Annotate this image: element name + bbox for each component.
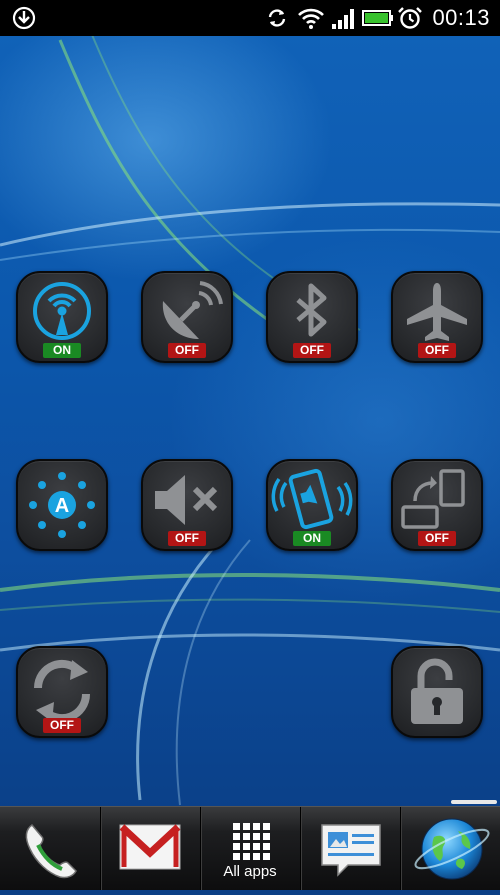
toggle-state-badge: OFF: [43, 718, 81, 733]
dock-gmail-button[interactable]: [100, 807, 200, 890]
dock-browser-button[interactable]: [400, 807, 500, 890]
wifi-icon: [298, 8, 324, 29]
status-clock: 00:13: [432, 5, 490, 30]
toggle-screen-lock[interactable]: [391, 646, 483, 738]
dock-all-apps-button[interactable]: All apps: [200, 807, 300, 890]
alarm-icon: [398, 7, 422, 29]
dock-messages-button[interactable]: [300, 807, 400, 890]
wallpaper: [0, 0, 500, 889]
svg-text:A: A: [55, 495, 69, 517]
dock: All apps: [0, 806, 500, 890]
toggle-auto-rotate[interactable]: OFF: [391, 459, 483, 551]
all-apps-grid-icon: [233, 823, 270, 860]
toggle-state-badge: ON: [293, 531, 331, 546]
toggle-state-badge: OFF: [293, 343, 331, 358]
gmail-icon: [119, 824, 181, 870]
toggle-state-badge: OFF: [418, 343, 456, 358]
signal-icon: [332, 9, 354, 29]
status-bar: 00:13: [0, 0, 500, 36]
toggle-state-badge: OFF: [168, 531, 206, 546]
toggle-state-badge: ON: [43, 343, 81, 358]
globe-icon: [414, 818, 490, 880]
battery-icon: [362, 10, 393, 26]
toggle-auto-brightness[interactable]: A: [16, 459, 108, 551]
toggle-wifi-hotspot[interactable]: ON: [16, 271, 108, 363]
toggle-vibrate[interactable]: ON: [266, 459, 358, 551]
all-apps-label: All apps: [223, 863, 277, 880]
phone-icon: [25, 824, 77, 879]
messages-icon: [321, 824, 381, 877]
toggle-airplane-mode[interactable]: OFF: [391, 271, 483, 363]
padlock-icon: [411, 658, 463, 724]
sync-icon: [268, 9, 286, 27]
toggle-gps[interactable]: OFF: [141, 271, 233, 363]
wallpaper-streaks: [0, 29, 500, 806]
dock-handle[interactable]: [451, 800, 497, 804]
toggle-sound[interactable]: OFF: [141, 459, 233, 551]
download-icon: [12, 6, 36, 30]
toggle-bluetooth[interactable]: OFF: [266, 271, 358, 363]
brightness-auto-icon: A: [29, 472, 95, 538]
toggle-state-badge: OFF: [168, 343, 206, 358]
toggle-state-badge: OFF: [418, 531, 456, 546]
toggle-sync[interactable]: OFF: [16, 646, 108, 738]
dock-phone-button[interactable]: [0, 807, 100, 890]
